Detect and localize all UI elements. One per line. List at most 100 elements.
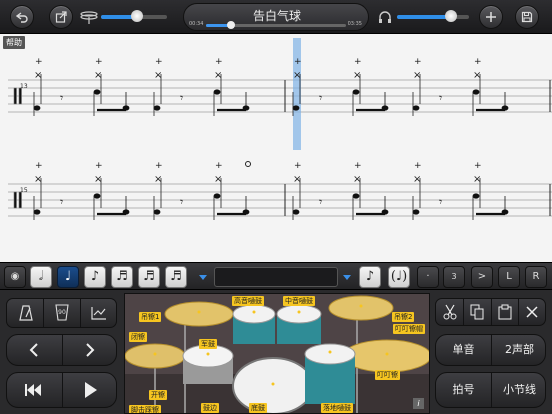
half-note-button[interactable]: 𝅗𝅥 xyxy=(30,266,52,288)
kick-note[interactable] xyxy=(292,209,300,215)
drum-score[interactable]: 帮助 + × 𝄾 + × + × 𝄾 + × + × 𝄾 + × + × 𝄾 + × + × 𝄾 + × + × 𝄾 + × + × 𝄾 + × + ×… xyxy=(0,34,552,262)
rest-note[interactable]: 𝄾 xyxy=(60,195,63,209)
rest-note[interactable]: 𝄾 xyxy=(60,91,63,105)
export-button[interactable] xyxy=(49,5,73,29)
snare-note[interactable] xyxy=(472,89,480,95)
hihat-cymbal[interactable] xyxy=(125,343,186,369)
headphone-volume-slider[interactable] xyxy=(397,10,469,22)
snare-note[interactable] xyxy=(352,89,360,95)
crash-2-cymbal[interactable] xyxy=(328,295,394,321)
kick-note[interactable] xyxy=(242,105,250,111)
kick-note[interactable] xyxy=(381,105,389,111)
accent-button[interactable]: > xyxy=(471,266,493,288)
right-hand-button[interactable]: R xyxy=(525,266,547,288)
metronome-icon[interactable] xyxy=(19,305,33,321)
kick-note[interactable] xyxy=(122,209,130,215)
open-hihat-mark xyxy=(245,161,251,167)
slider-knob[interactable] xyxy=(131,10,144,22)
note-dropdown-arrow[interactable] xyxy=(199,275,207,280)
dot-button[interactable]: · xyxy=(417,266,439,288)
rest-note[interactable]: 𝄾 xyxy=(439,91,442,105)
paste-icon[interactable] xyxy=(498,304,512,320)
accent-mark: + xyxy=(414,57,422,67)
tempo-value: 90 xyxy=(58,309,66,316)
kick-note[interactable] xyxy=(501,105,509,111)
slider-knob[interactable] xyxy=(445,10,457,22)
save-icon xyxy=(521,11,533,23)
eighth-note-icon: ♪ xyxy=(90,269,100,284)
time-signature-button[interactable]: 拍号 xyxy=(436,375,491,405)
single-note-button[interactable]: 单音 xyxy=(436,335,491,365)
add-icon xyxy=(486,12,496,22)
score-staff[interactable]: +×𝄾+×+×𝄾+×+×𝄾+×+×𝄾+×+×𝄾+×+×𝄾+×+×𝄾+×+×𝄾+×… xyxy=(0,34,552,262)
rewind-icon[interactable] xyxy=(25,384,41,396)
grace-note-button[interactable]: ♪ xyxy=(359,266,381,288)
snare-note[interactable] xyxy=(472,193,480,199)
kick-note[interactable] xyxy=(153,105,161,111)
kick-note[interactable] xyxy=(242,209,250,215)
ghost-note-button[interactable]: (♩) xyxy=(388,266,410,288)
prev-icon[interactable] xyxy=(29,343,39,357)
tempo-90-icon[interactable]: 90 xyxy=(53,303,71,323)
cut-icon[interactable] xyxy=(443,304,457,320)
floor-tom-label: 落地嗵鼓 xyxy=(321,403,353,413)
snare-note[interactable] xyxy=(213,89,221,95)
delete-icon[interactable] xyxy=(526,306,538,318)
tool-panel: 90 xyxy=(6,298,117,328)
ride-label: 叮叮镲 xyxy=(375,370,400,380)
note-text-field[interactable] xyxy=(214,267,338,287)
play-icon[interactable] xyxy=(85,382,97,398)
playback-progress-bar[interactable] xyxy=(206,21,346,29)
kick-note[interactable] xyxy=(501,209,509,215)
progress-knob[interactable] xyxy=(227,21,236,29)
ride-cymbal[interactable] xyxy=(342,339,430,373)
add-button[interactable] xyxy=(479,5,503,29)
snare-note[interactable] xyxy=(93,193,101,199)
sixteenth-note-button[interactable]: ♬ xyxy=(111,266,133,288)
song-title-panel[interactable]: 告白气球 00:34 03:35 xyxy=(183,3,369,31)
text-dropdown-arrow[interactable] xyxy=(343,275,351,280)
kick-note[interactable] xyxy=(412,105,420,111)
back-button[interactable] xyxy=(10,5,34,29)
sixty-fourth-note-button[interactable]: ♬ xyxy=(165,266,187,288)
kick-note[interactable] xyxy=(153,209,161,215)
visibility-toggle[interactable]: ◉ xyxy=(4,266,26,288)
rest-note[interactable]: 𝄾 xyxy=(439,195,442,209)
drum-volume-slider[interactable] xyxy=(101,10,167,22)
snare-note[interactable] xyxy=(352,193,360,199)
accent-mark: + xyxy=(354,161,362,171)
chart-icon[interactable] xyxy=(91,306,107,320)
accent-mark: + xyxy=(215,161,223,171)
quarter-note-icon: ♩ xyxy=(64,269,72,284)
kick-note[interactable] xyxy=(412,209,420,215)
bar-line-button[interactable]: 小节线 xyxy=(492,375,547,405)
rest-note[interactable]: 𝄾 xyxy=(180,195,183,209)
snare-note[interactable] xyxy=(213,193,221,199)
tuplet-button[interactable]: 3 xyxy=(443,266,465,288)
left-hand-button[interactable]: L xyxy=(498,266,520,288)
crash-1-cymbal[interactable] xyxy=(164,301,234,327)
snare-note[interactable] xyxy=(93,89,101,95)
kick-note[interactable] xyxy=(122,105,130,111)
two-voice-button[interactable]: 2声部 xyxy=(492,335,547,365)
kick-note[interactable] xyxy=(292,105,300,111)
thirty-second-note-button[interactable]: ♬ xyxy=(138,266,160,288)
rest-note[interactable]: 𝄾 xyxy=(180,91,183,105)
kick-note[interactable] xyxy=(381,209,389,215)
kick-note[interactable] xyxy=(33,105,41,111)
eighth-note-button[interactable]: ♪ xyxy=(84,266,106,288)
kick-note[interactable] xyxy=(33,209,41,215)
copy-icon[interactable] xyxy=(470,304,484,320)
crash-1-label: 吊镲1 xyxy=(139,312,162,322)
kick-drum[interactable] xyxy=(232,357,314,414)
accent-mark: + xyxy=(155,57,163,67)
rest-note[interactable]: 𝄾 xyxy=(319,91,322,105)
kit-info-button[interactable]: i xyxy=(413,398,424,409)
save-button[interactable] xyxy=(515,5,539,29)
drum-kit-pad[interactable]: 吊镲1 高音嗵鼓 中音嗵鼓 吊镲2 闭镲 军鼓 叮叮镲帽 叮叮镲 开镲 脚击踩镲… xyxy=(124,293,430,414)
next-icon[interactable] xyxy=(85,343,95,357)
rest-note[interactable]: 𝄾 xyxy=(319,195,322,209)
quarter-note-button[interactable]: ♩ xyxy=(57,266,79,288)
grace-note-icon: ♪ xyxy=(365,269,375,284)
foot-hihat-label: 脚击踩镲 xyxy=(129,405,161,414)
